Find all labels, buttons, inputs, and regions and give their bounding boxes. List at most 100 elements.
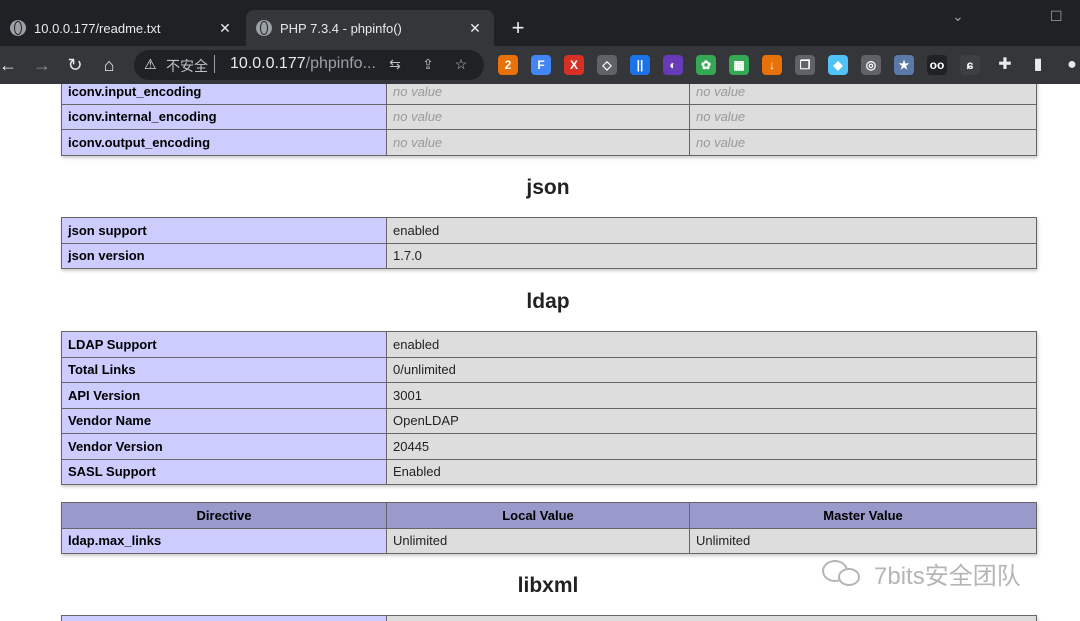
close-tab-icon[interactable]: ✕	[216, 19, 234, 37]
download-extension-icon[interactable]: ↓	[762, 55, 782, 75]
setting-name: LDAP Support	[61, 331, 387, 358]
table-row: json version 1.7.0	[61, 242, 1037, 269]
share-icon[interactable]: ⇪	[419, 56, 437, 73]
diamond-extension-icon[interactable]: ◆	[828, 55, 848, 75]
ublock-icon[interactable]: 2	[498, 55, 518, 75]
setting-value: enabled	[386, 331, 1037, 358]
column-header: Master Value	[689, 502, 1037, 529]
address-bar[interactable]: ⚠ 不安全 10.0.0.177/phpinfo... ⇆ ⇪ ☆	[134, 50, 484, 80]
ldap-table: LDAP Support enabled Total Links 0/unlimite…	[61, 331, 1037, 485]
table-row: iconv.output_encoding no value no value	[61, 129, 1037, 156]
setting-value: 20445	[386, 433, 1037, 460]
url-text: 10.0.0.177/phpinfo...	[230, 55, 376, 73]
setting-value: 0/unlimited	[386, 356, 1037, 383]
mask-extension-icon[interactable]: oo	[927, 55, 947, 75]
setting-value: 1.7.0	[386, 242, 1037, 269]
reload-button[interactable]: ↻	[63, 53, 87, 77]
local-value: Unlimited	[386, 527, 690, 554]
shield-extension-icon[interactable]: ɕ	[960, 55, 980, 75]
title-bar: 10.0.0.177/readme.txt ✕ PHP 7.3.4 - phpi…	[0, 0, 1080, 46]
setting-name: SASL Support	[61, 458, 387, 485]
master-value: Unlimited	[689, 527, 1037, 554]
globe-icon	[10, 20, 26, 36]
master-value: no value	[689, 129, 1037, 156]
watermark: 7bits安全团队	[822, 556, 1021, 591]
directive-name: iconv.input_encoding	[61, 84, 387, 105]
side-panel-icon[interactable]: ▮	[1026, 53, 1050, 77]
table-row: API Version 3001	[61, 382, 1037, 409]
wechat-icon	[822, 559, 862, 588]
grid-extension-icon[interactable]: ▦	[729, 55, 749, 75]
section-heading-json: json	[526, 176, 570, 199]
section-heading-ldap: ldap	[526, 290, 570, 313]
setting-value: Enabled	[386, 458, 1037, 485]
tab-readme[interactable]: 10.0.0.177/readme.txt ✕	[0, 10, 244, 46]
f-extension-icon[interactable]: F	[531, 55, 551, 75]
setting-value: enabled	[386, 217, 1037, 244]
table-row: ldap.max_links Unlimited Unlimited	[61, 527, 1037, 554]
watermark-text: 7bits安全团队	[874, 563, 1021, 590]
header-row: Directive Local Value Master Value	[61, 502, 1037, 529]
star-extension-icon[interactable]: ★	[894, 55, 914, 75]
tab-search-icon[interactable]: ⌄	[952, 8, 964, 25]
setting-value: 3001	[386, 382, 1037, 409]
back-button[interactable]: ←	[0, 53, 20, 77]
gear-extension-icon[interactable]: ✿	[696, 55, 716, 75]
master-value: no value	[689, 103, 1037, 130]
url-host: 10.0.0.177	[230, 55, 306, 72]
insecure-label: 不安全	[166, 58, 208, 74]
directive-name: iconv.internal_encoding	[61, 103, 387, 130]
directive-name: iconv.output_encoding	[61, 129, 387, 156]
json-table: json support enabled json version 1.7.0	[61, 217, 1037, 269]
close-tab-icon[interactable]: ✕	[466, 19, 484, 37]
local-value: no value	[386, 84, 690, 105]
table-row: SASL Support Enabled	[61, 458, 1037, 485]
eye-extension-icon[interactable]: ◇	[597, 55, 617, 75]
tab-phpinfo[interactable]: PHP 7.3.4 - phpinfo() ✕	[246, 10, 494, 46]
copy-extension-icon[interactable]: ❐	[795, 55, 815, 75]
warning-icon[interactable]: ⚠	[144, 56, 157, 73]
home-button[interactable]: ⌂	[97, 53, 121, 77]
translate-icon[interactable]: ⇆	[386, 56, 404, 73]
table-row: Total Links 0/unlimited	[61, 356, 1037, 383]
setting-name: Total Links	[61, 356, 387, 383]
master-value: no value	[689, 84, 1037, 105]
local-value: no value	[386, 129, 690, 156]
table-row: LDAP Support enabled	[61, 331, 1037, 358]
setting-name: Vendor Version	[61, 433, 387, 460]
new-tab-button[interactable]: +	[506, 14, 530, 42]
table-row: json support enabled	[61, 217, 1037, 244]
directive-name: ldap.max_links	[61, 527, 387, 554]
libxml-table	[61, 615, 1037, 621]
ldap-directives-table: Directive Local Value Master Value ldap.ma…	[61, 502, 1037, 554]
divider	[214, 55, 215, 73]
profile-avatar-icon[interactable]: ●	[1060, 53, 1080, 77]
forward-button[interactable]: →	[30, 53, 54, 77]
local-value: no value	[386, 103, 690, 130]
setting-name: json support	[61, 217, 387, 244]
setting-name: Vendor Name	[61, 407, 387, 434]
setting-name: json version	[61, 242, 387, 269]
page-content: iconv.input_encoding no value no value icon…	[0, 84, 1080, 621]
setting-value: OpenLDAP	[386, 407, 1037, 434]
column-header: Local Value	[386, 502, 690, 529]
table-row: Vendor Name OpenLDAP	[61, 407, 1037, 434]
globe-icon	[256, 20, 272, 36]
table-row: iconv.internal_encoding no value no value	[61, 103, 1037, 130]
url-path: /phpinfo...	[305, 55, 376, 72]
iconv-table: iconv.input_encoding no value no value icon…	[61, 84, 1037, 156]
tab-title: 10.0.0.177/readme.txt	[34, 20, 161, 36]
tab-title: PHP 7.3.4 - phpinfo()	[280, 20, 402, 36]
camera-extension-icon[interactable]: ◎	[861, 55, 881, 75]
table-row: iconv.input_encoding no value no value	[61, 84, 1037, 105]
extensions-puzzle-icon[interactable]: ✚	[993, 53, 1017, 77]
column-header: Directive	[61, 502, 387, 529]
browser-toolbar: ← → ↻ ⌂ ⚠ 不安全 10.0.0.177/phpinfo... ⇆ ⇪ …	[0, 46, 1080, 84]
bookmark-star-icon[interactable]: ☆	[452, 56, 470, 73]
table-row: Vendor Version 20445	[61, 433, 1037, 460]
maximize-button[interactable]: ☐	[1050, 8, 1063, 25]
x-extension-icon[interactable]: X	[564, 55, 584, 75]
moon-extension-icon[interactable]: ◐	[663, 55, 683, 75]
setting-name: API Version	[61, 382, 387, 409]
bars-extension-icon[interactable]: ||	[630, 55, 650, 75]
